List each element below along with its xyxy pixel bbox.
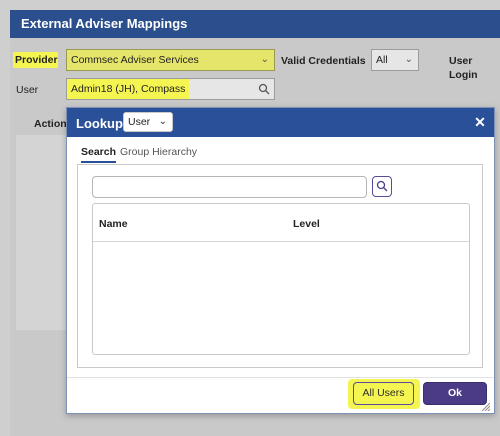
tab-search[interactable]: Search (81, 146, 117, 163)
valid-credentials-value: All (376, 54, 388, 66)
user-input-value: Admin18 (JH), Compass (67, 79, 190, 99)
results-table: Name Level (92, 203, 470, 355)
tab-group-hierarchy[interactable]: Group Hierarchy (120, 146, 197, 158)
chevron-down-icon: ⌄ (260, 54, 269, 65)
ok-button[interactable]: Ok (423, 382, 487, 405)
resize-grip-icon[interactable] (480, 401, 490, 411)
footer-divider (67, 377, 494, 378)
lookup-search-button[interactable] (372, 176, 392, 197)
lookup-dialog-title: Lookup (76, 116, 123, 131)
user-input[interactable]: Admin18 (JH), Compass (66, 78, 275, 100)
search-icon[interactable] (258, 83, 270, 95)
user-login-label: User Login (449, 55, 478, 81)
provider-label: Provider (13, 52, 58, 68)
lookup-type-select[interactable]: User ⌄ (123, 112, 173, 132)
user-label: User (16, 84, 39, 96)
provider-select-value: Commsec Adviser Services (71, 54, 199, 66)
all-users-button[interactable]: All Users (353, 382, 414, 405)
lookup-dialog: Lookup User ⌄ ✕ Search Group Hierarchy N… (66, 107, 495, 414)
valid-credentials-label: Valid Credentials (281, 55, 366, 67)
lookup-search-input[interactable] (92, 176, 367, 198)
chevron-down-icon: ⌄ (404, 54, 413, 65)
column-header-level[interactable]: Level (293, 218, 320, 230)
chevron-down-icon: ⌄ (158, 116, 167, 127)
search-icon (376, 180, 388, 192)
action-column-header: Action (34, 118, 67, 130)
close-icon[interactable]: ✕ (471, 113, 489, 131)
provider-select[interactable]: Commsec Adviser Services ⌄ (66, 49, 275, 71)
lookup-type-value: User (128, 116, 151, 128)
page-title: External Adviser Mappings (10, 10, 500, 38)
column-header-name[interactable]: Name (99, 218, 128, 230)
results-table-header: Name Level (93, 204, 469, 242)
valid-credentials-select[interactable]: All ⌄ (371, 49, 419, 71)
